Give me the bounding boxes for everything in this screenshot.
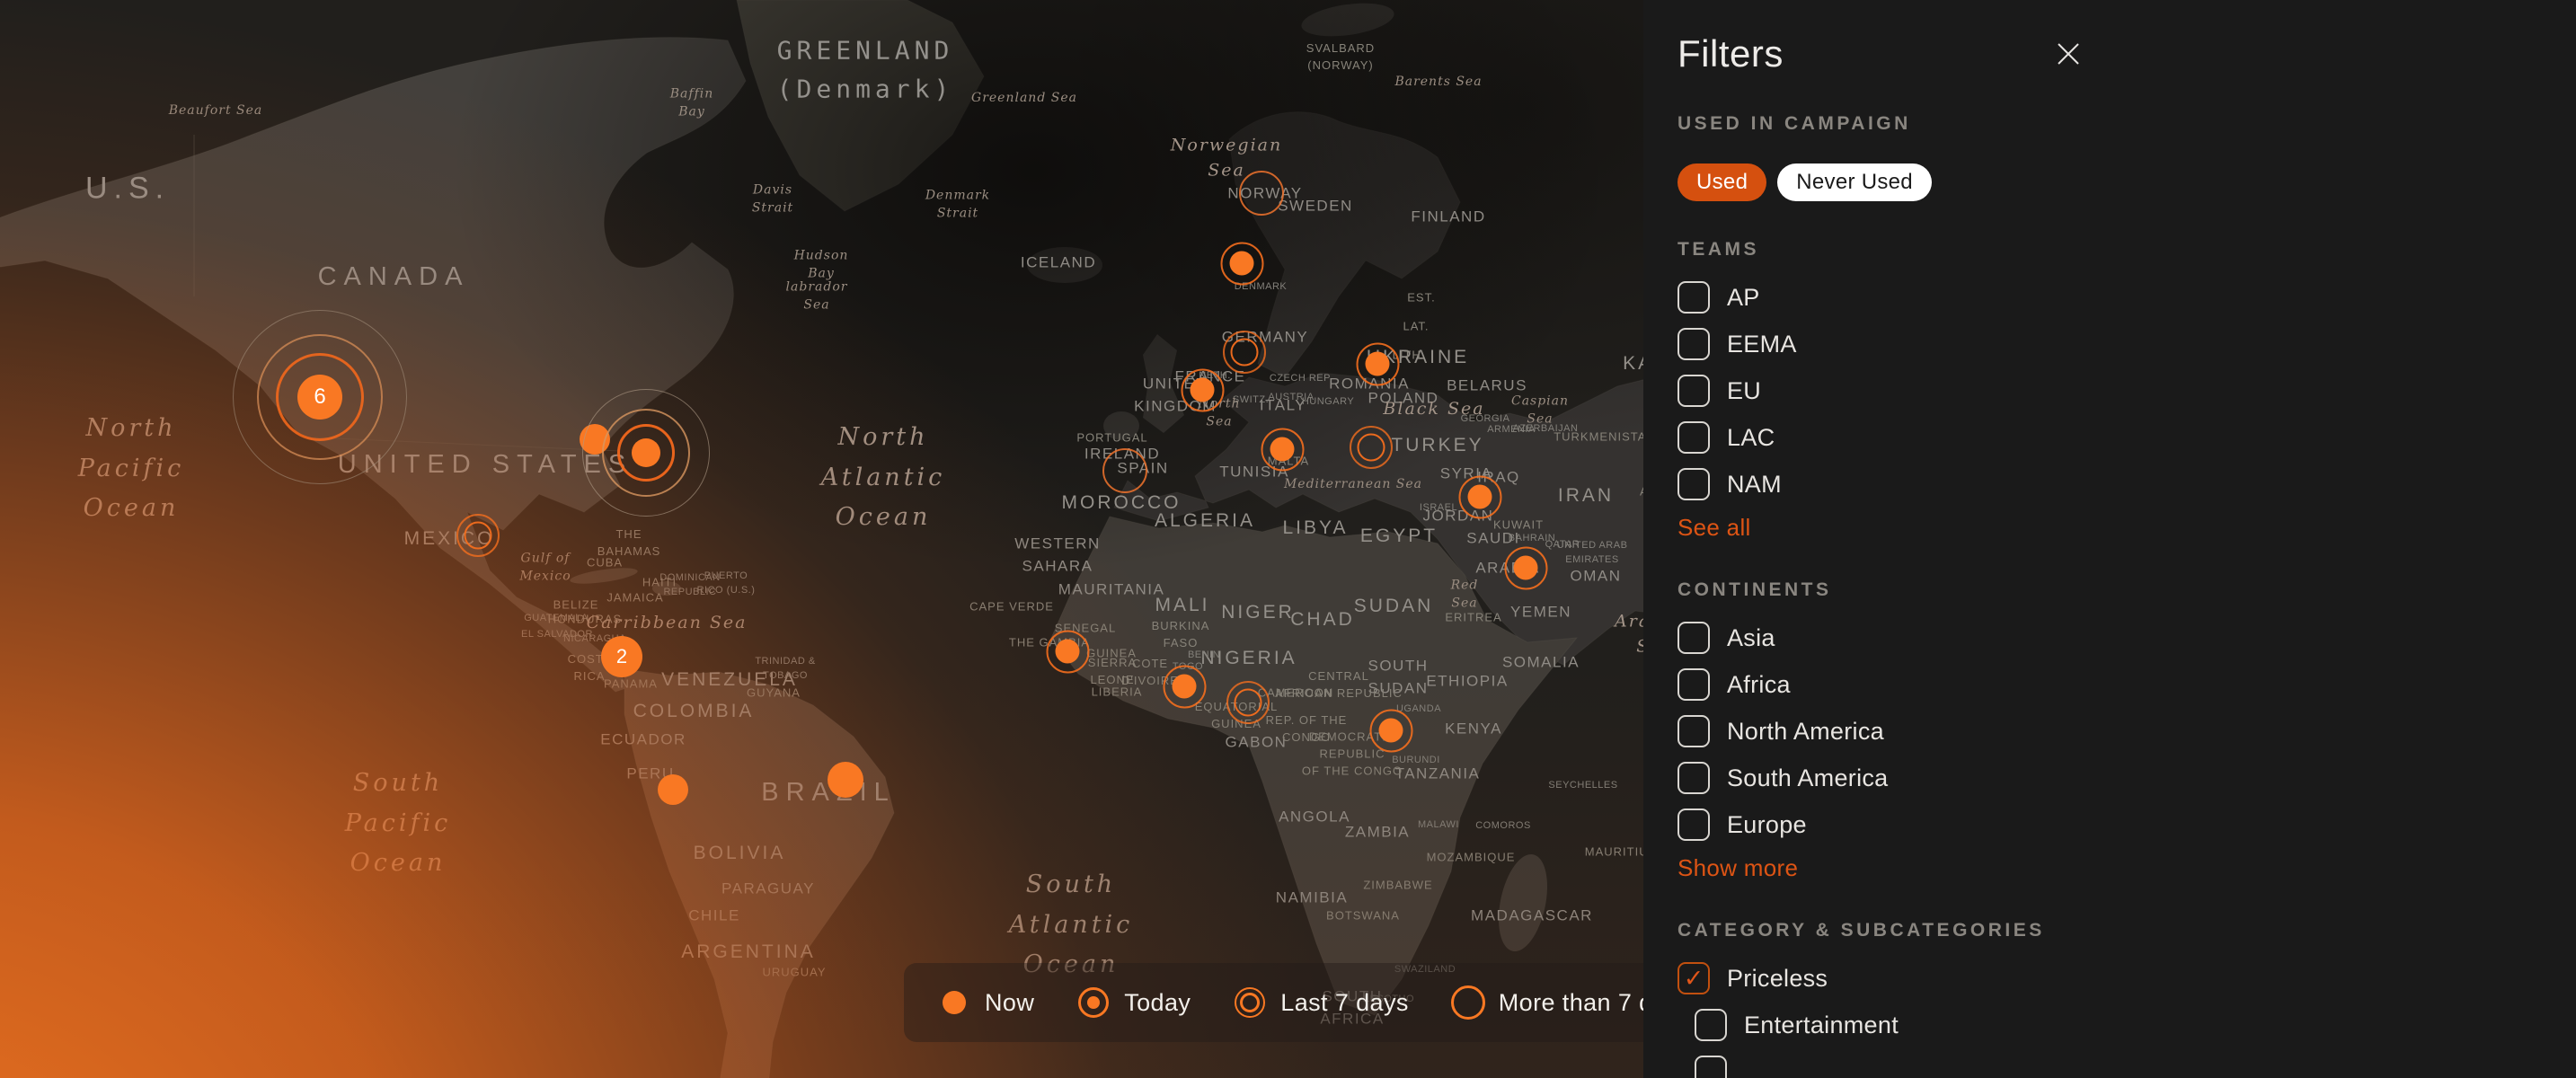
used-chips: Used Never Used [1677, 163, 2576, 201]
checkbox-row: ✓ Priceless [1677, 961, 2576, 995]
checkbox-label: Europe [1727, 811, 1807, 839]
show-more-link[interactable]: Show more [1677, 854, 2576, 882]
checkbox-priceless[interactable]: ✓ [1677, 962, 1710, 994]
legend-label: Last 7 days [1280, 989, 1409, 1017]
checkbox-row: Africa [1677, 667, 2576, 702]
close-icon[interactable] [2053, 39, 2084, 69]
checkbox-label: EEMA [1727, 331, 1797, 358]
checkbox-blank[interactable] [1695, 1056, 1727, 1078]
checkbox-row: Entertainment [1695, 1008, 2576, 1042]
marker-cluster6[interactable]: 6 [297, 375, 342, 420]
checkbox-eema[interactable] [1677, 328, 1710, 360]
checkbox-label: Entertainment [1744, 1012, 1899, 1039]
chip-never-used[interactable]: Never Used [1777, 163, 1932, 201]
legend-item-last7: Last 7 days [1232, 985, 1409, 1021]
checkbox-ap[interactable] [1677, 281, 1710, 314]
checkbox-row: LAC [1677, 420, 2576, 455]
checkbox-row: North America [1677, 714, 2576, 748]
checkbox-row: South America [1677, 761, 2576, 795]
section-header-teams: TEAMS [1677, 239, 2576, 261]
legend-label: Now [985, 989, 1034, 1017]
marker-now34[interactable] [658, 774, 688, 805]
checkbox-label: Asia [1727, 624, 1775, 652]
marker-today[interactable] [1468, 485, 1492, 509]
checkbox-row: NAM [1677, 467, 2576, 501]
checkbox-row: EEMA [1677, 327, 2576, 361]
marker-today[interactable] [1191, 378, 1215, 402]
legend-label: Today [1124, 989, 1191, 1017]
checkbox-label: LAC [1727, 424, 1775, 452]
checkbox-label: AP [1727, 284, 1760, 312]
checkbox-north-america[interactable] [1677, 715, 1710, 747]
app-root: U.S.CANADAUNITED STATESBRAZILGREENLAND (… [0, 0, 2576, 1078]
marker-cluster2[interactable]: 2 [601, 636, 642, 677]
checkbox-nam[interactable] [1677, 468, 1710, 500]
checkbox-row: Asia [1677, 621, 2576, 655]
marker-today[interactable] [1230, 252, 1254, 276]
checkbox-label: Africa [1727, 671, 1791, 699]
section-header-continents: CONTINENTS [1677, 579, 2576, 601]
marker-today[interactable] [1379, 719, 1403, 743]
marker-today[interactable] [1173, 675, 1197, 699]
filters-panel: Filters USED IN CAMPAIGN UsedNever Used … [1643, 0, 2576, 1078]
checkbox-eu[interactable] [1677, 375, 1710, 407]
checkbox-label: North America [1727, 718, 1884, 746]
chip-used[interactable]: Used [1677, 163, 1766, 201]
checkbox-label: Priceless [1727, 965, 1828, 993]
checkbox-label: NAM [1727, 471, 1782, 499]
checkbox-row [1695, 1055, 2576, 1078]
marker-now40[interactable] [828, 762, 863, 798]
map-legend: NowTodayLast 7 daysMore than 7 days ago [904, 963, 1682, 1042]
marker-today[interactable] [1366, 352, 1390, 376]
continents-list: Asia Africa North America South America Euro… [1677, 621, 2576, 842]
legend-item-today: Today [1076, 985, 1191, 1021]
checkbox-row: AP [1677, 280, 2576, 314]
see-all-link[interactable]: See all [1677, 514, 2576, 542]
checkbox-asia[interactable] [1677, 622, 1710, 654]
checkbox-lac[interactable] [1677, 421, 1710, 454]
marker-today[interactable] [1514, 556, 1538, 580]
checkbox-europe[interactable] [1677, 808, 1710, 841]
categories-list: ✓ Priceless Entertainment [1677, 961, 2576, 1078]
panel-title: Filters [1677, 32, 1784, 75]
marker-today[interactable] [1270, 437, 1295, 462]
checkbox-row: Europe [1677, 808, 2576, 842]
checkbox-entertainment[interactable] [1695, 1009, 1727, 1041]
section-header-categories: CATEGORY & SUBCATEGORIES [1677, 920, 2576, 941]
today-icon [1076, 985, 1111, 1021]
checkbox-south-america[interactable] [1677, 762, 1710, 794]
checkbox-label: EU [1727, 377, 1761, 405]
last7-icon [1232, 985, 1268, 1021]
checkbox-row: EU [1677, 374, 2576, 408]
checkbox-label: South America [1727, 764, 1889, 792]
checkbox-africa[interactable] [1677, 668, 1710, 701]
more7-icon [1450, 985, 1486, 1021]
now-icon [936, 985, 972, 1021]
teams-list: AP EEMA EU LAC NAM [1677, 280, 2576, 501]
marker-today[interactable] [1056, 640, 1080, 664]
legend-item-now: Now [936, 985, 1034, 1021]
section-header-used-in-campaign: USED IN CAMPAIGN [1677, 113, 2576, 135]
marker-pulse3[interactable] [632, 438, 660, 467]
